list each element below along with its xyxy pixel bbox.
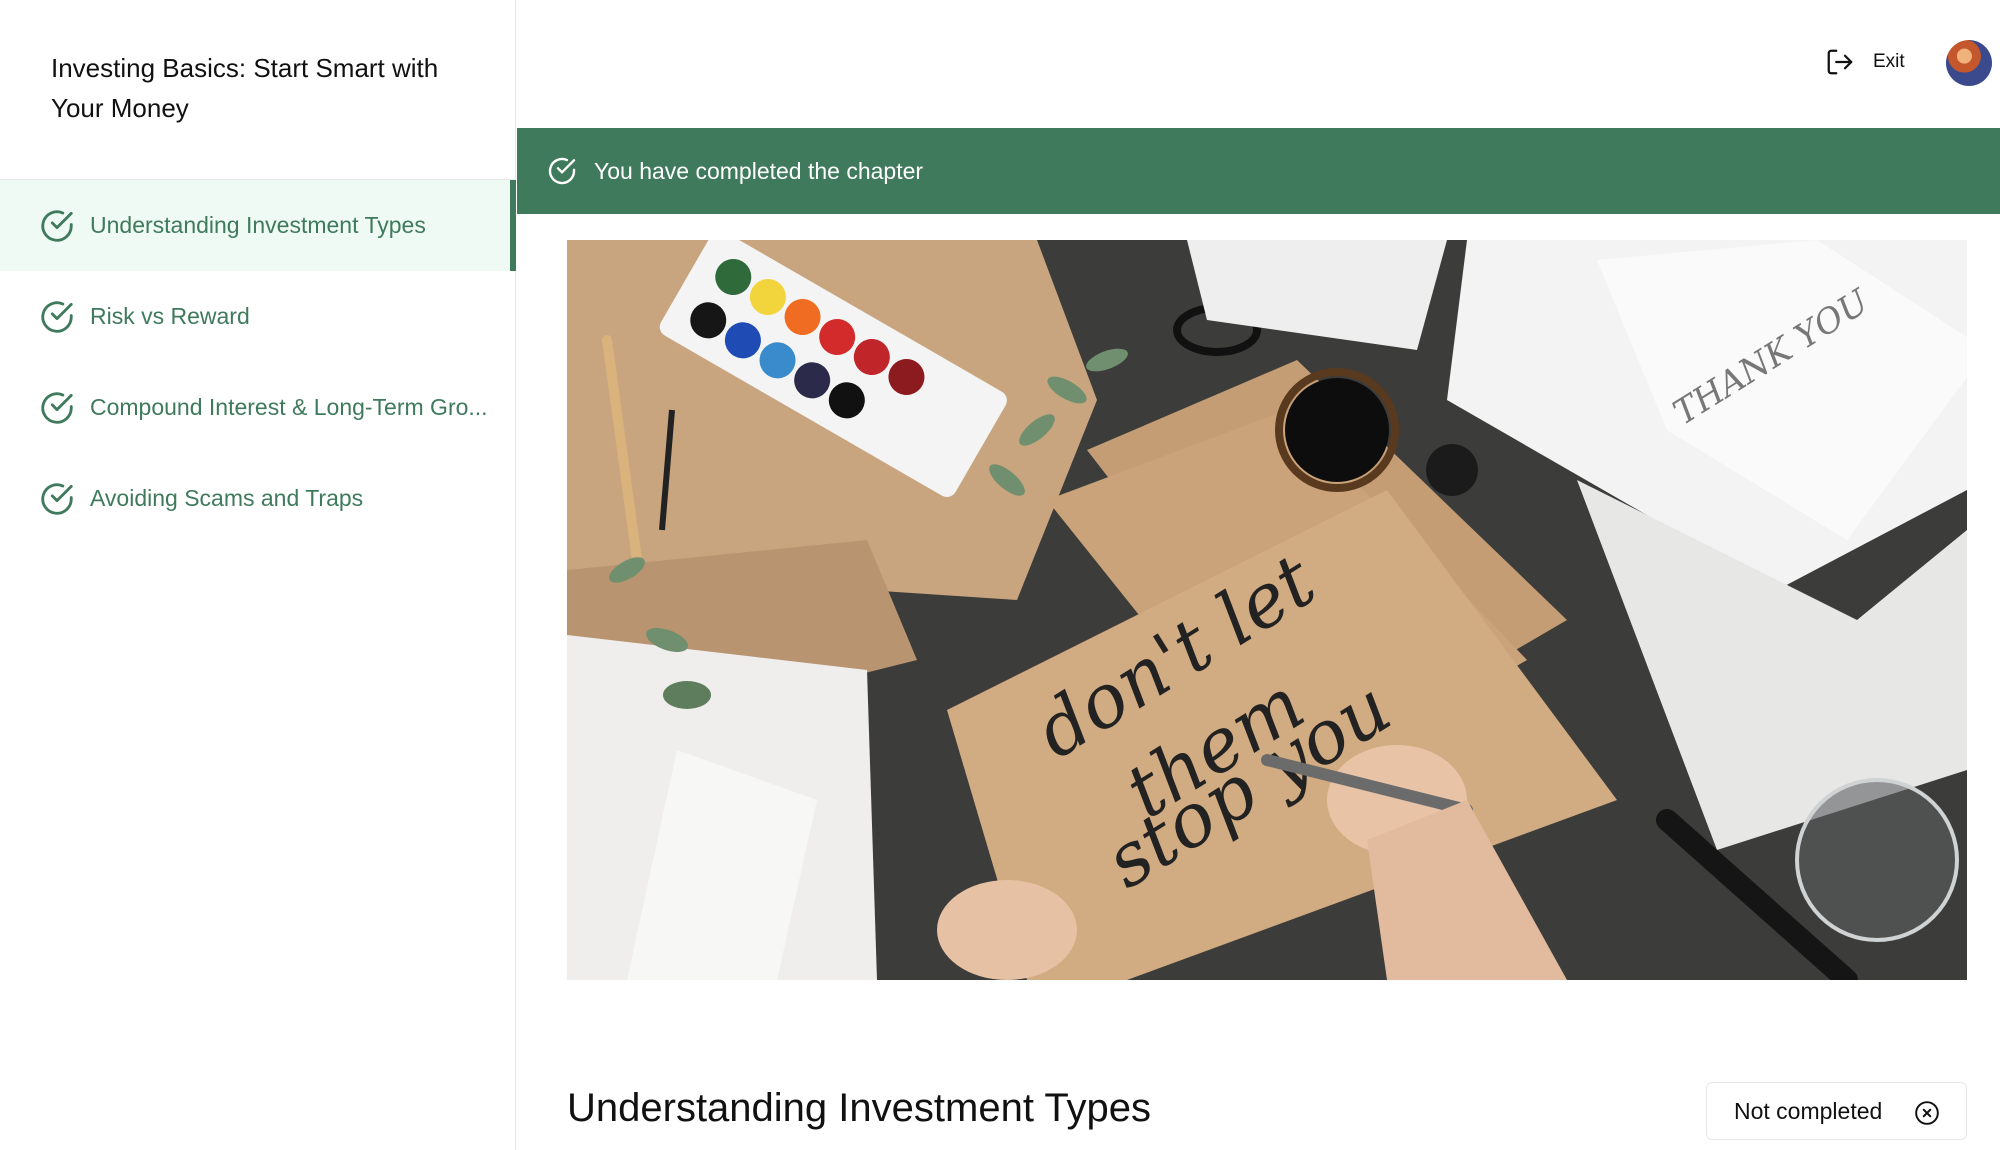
user-avatar[interactable] — [1946, 40, 1992, 86]
status-label: Not completed — [1734, 1097, 1883, 1124]
sidebar-item-label: Compound Interest & Long-Term Gro... — [90, 394, 488, 420]
check-circle-icon — [41, 209, 73, 242]
check-circle-icon — [41, 482, 73, 515]
chapter-hero-image: don't let them stop you THANK YOU — [567, 240, 1967, 980]
completion-status-button[interactable]: Not completed — [1706, 1082, 1967, 1140]
banner-text: You have completed the chapter — [594, 157, 924, 184]
completion-banner: You have completed the chapter — [517, 128, 2000, 214]
check-circle-icon — [548, 157, 576, 185]
exit-button[interactable]: Exit — [1825, 44, 1905, 80]
sidebar-item-label: Avoiding Scams and Traps — [90, 485, 364, 511]
exit-label: Exit — [1873, 51, 1905, 72]
chapter-list: Understanding Investment Types Risk vs R… — [0, 180, 516, 544]
check-circle-icon — [41, 300, 73, 333]
top-bar — [517, 0, 2000, 128]
x-circle-icon — [1915, 1101, 1939, 1125]
log-out-icon — [1827, 49, 1853, 75]
sidebar-item-risk-vs-reward[interactable]: Risk vs Reward — [0, 271, 516, 362]
sidebar: Investing Basics: Start Smart with Your … — [0, 0, 516, 1150]
sidebar-item-avoiding-scams[interactable]: Avoiding Scams and Traps — [0, 453, 516, 544]
sidebar-item-label: Understanding Investment Types — [90, 212, 426, 238]
sidebar-item-compound-interest[interactable]: Compound Interest & Long-Term Gro... — [0, 362, 516, 453]
check-circle-icon — [41, 391, 73, 424]
chapter-heading: Understanding Investment Types — [567, 1086, 1152, 1130]
course-title: Investing Basics: Start Smart with Your … — [51, 53, 439, 123]
calligraphy-photo: don't let them stop you THANK YOU — [567, 240, 1967, 980]
sidebar-item-understanding-investment-types[interactable]: Understanding Investment Types — [0, 180, 516, 271]
sidebar-item-label: Risk vs Reward — [90, 303, 250, 329]
